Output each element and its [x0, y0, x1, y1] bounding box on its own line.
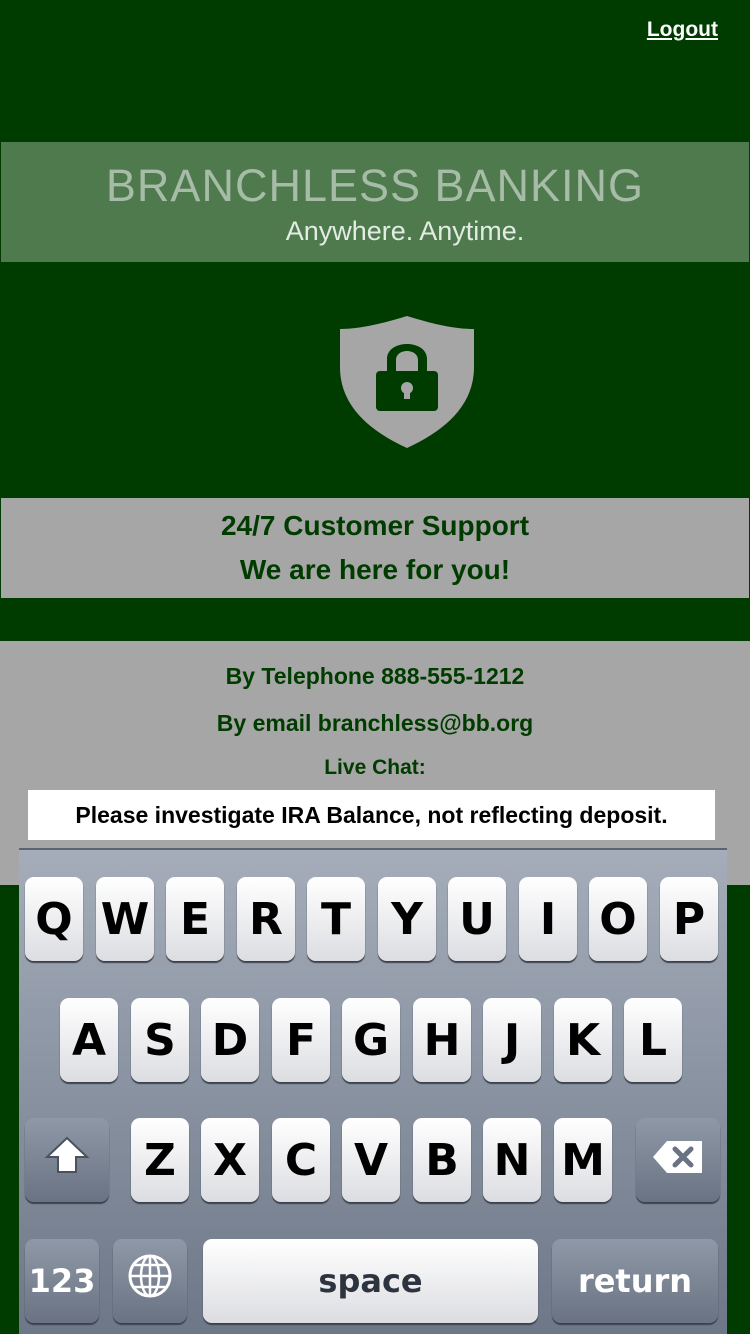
key-k[interactable]: K: [554, 998, 612, 1082]
key-o[interactable]: O: [589, 877, 647, 961]
key-p[interactable]: P: [660, 877, 718, 961]
key-a[interactable]: A: [60, 998, 118, 1082]
live-chat-label: Live Chat:: [324, 756, 426, 779]
key-y[interactable]: Y: [378, 877, 436, 961]
key-z[interactable]: Z: [131, 1118, 189, 1202]
key-u[interactable]: U: [448, 877, 506, 961]
key-t[interactable]: T: [307, 877, 365, 961]
key-h[interactable]: H: [413, 998, 471, 1082]
logout-link[interactable]: Logout: [647, 18, 718, 42]
key-x[interactable]: X: [201, 1118, 259, 1202]
key-m[interactable]: M: [554, 1118, 612, 1202]
shift-key[interactable]: [25, 1118, 109, 1202]
support-heading: 24/7 Customer Support: [220, 510, 530, 541]
live-chat-input[interactable]: [28, 790, 715, 840]
brand-title: BRANCHLESS BANKING: [105, 160, 645, 211]
security-shield-lock-icon: [338, 315, 476, 449]
key-i[interactable]: I: [519, 877, 577, 961]
key-e[interactable]: E: [166, 877, 224, 961]
key-v[interactable]: V: [342, 1118, 400, 1202]
globe-key[interactable]: [113, 1239, 187, 1323]
telephone-contact[interactable]: By Telephone 888-555-1212: [0, 663, 750, 690]
key-g[interactable]: G: [342, 998, 400, 1082]
shift-icon: [44, 1135, 90, 1186]
key-c[interactable]: C: [272, 1118, 330, 1202]
space-key[interactable]: space: [203, 1239, 538, 1323]
numbers-key[interactable]: 123: [25, 1239, 99, 1323]
onscreen-keyboard: Q W E R T Y U I O P A S D F G H J K L Z …: [19, 848, 727, 1334]
key-b[interactable]: B: [413, 1118, 471, 1202]
return-key[interactable]: return: [552, 1239, 718, 1323]
delete-key[interactable]: [636, 1118, 720, 1202]
key-s[interactable]: S: [131, 998, 189, 1082]
key-q[interactable]: Q: [25, 877, 83, 961]
delete-icon: [651, 1135, 705, 1186]
support-subheading: We are here for you!: [239, 554, 511, 585]
support-panel: 24/7 Customer Support We are here for yo…: [1, 498, 749, 598]
key-d[interactable]: D: [201, 998, 259, 1082]
key-w[interactable]: W: [96, 877, 154, 961]
key-j[interactable]: J: [483, 998, 541, 1082]
key-l[interactable]: L: [624, 998, 682, 1082]
key-r[interactable]: R: [237, 877, 295, 961]
brand-tagline: Anywhere. Anytime.: [285, 216, 525, 246]
key-f[interactable]: F: [272, 998, 330, 1082]
brand-banner: BRANCHLESS BANKING Anywhere. Anytime.: [1, 142, 749, 262]
email-contact[interactable]: By email branchless@bb.org: [0, 710, 750, 737]
key-n[interactable]: N: [483, 1118, 541, 1202]
globe-icon: [126, 1252, 174, 1311]
